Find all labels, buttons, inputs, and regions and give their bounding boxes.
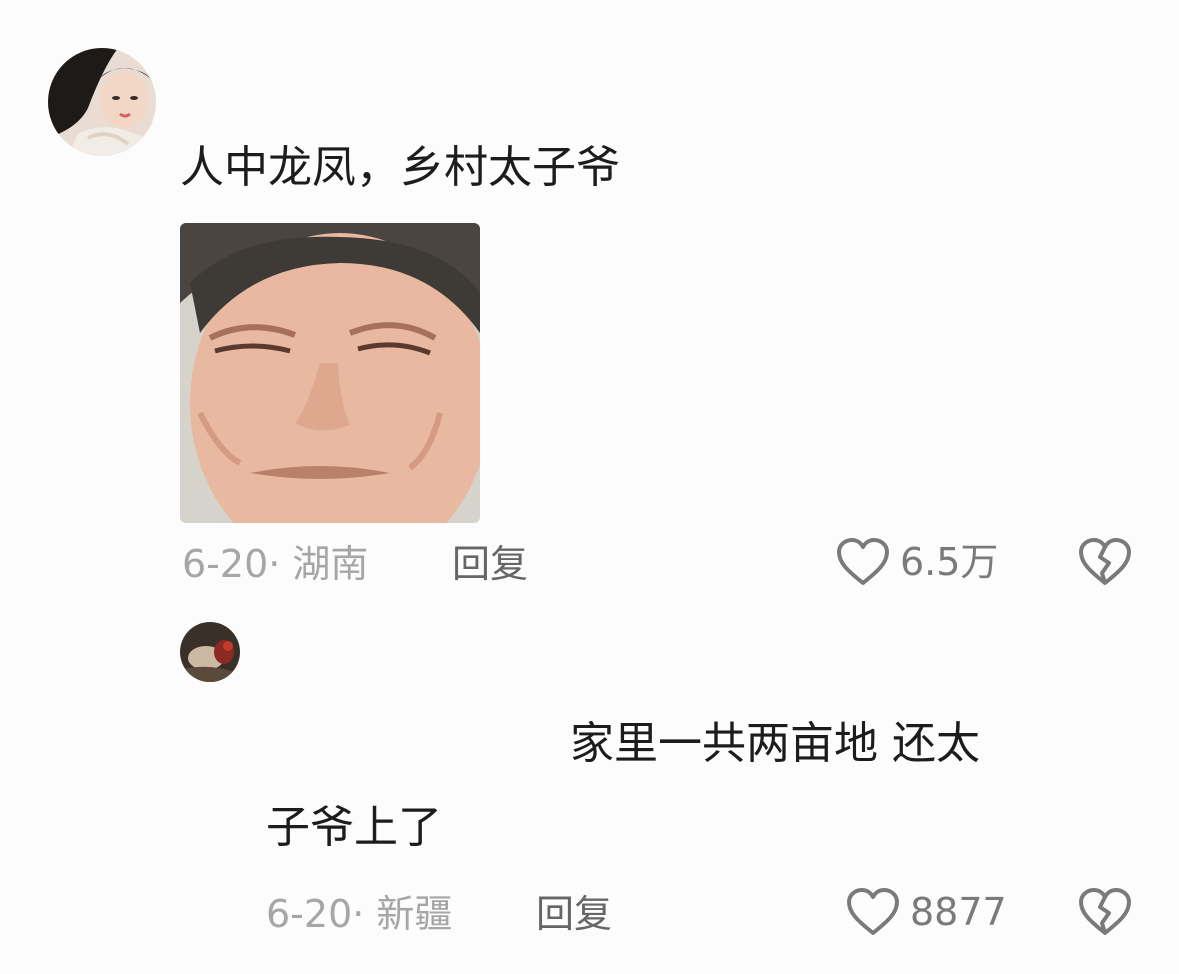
like-count: 6.5万 [900,540,999,584]
comment-text-line: 家里一共两亩地 还太 [570,718,980,769]
comment-meta: 6-20· 新疆 [266,892,453,936]
comment-sticker-image[interactable] [180,223,480,523]
comment-thread: 人中龙凤，乡村太子爷 6-20· 湖南 回复 6.5万 家里一共两亩地 还太 子… [0,0,1179,974]
dislike-button[interactable] [1078,887,1132,937]
broken-heart-icon [1078,537,1132,587]
user-avatar[interactable] [180,622,240,682]
broken-heart-icon [1078,887,1132,937]
heart-icon [836,537,890,587]
heart-icon [846,887,900,937]
comment-text: 人中龙凤，乡村太子爷 [180,142,620,193]
dislike-button[interactable] [1078,537,1132,587]
like-count: 8877 [910,890,1007,934]
like-button[interactable]: 8877 [846,887,1007,937]
comment-location: 湖南 [292,542,369,586]
reply-button[interactable]: 回复 [536,895,612,933]
comment-date: 6-20 [182,542,269,586]
comment-meta: 6-20· 湖南 [182,542,369,586]
like-button[interactable]: 6.5万 [836,537,998,587]
reply-button[interactable]: 回复 [452,545,528,583]
comment-location: 新疆 [376,892,453,936]
user-avatar[interactable] [48,48,156,156]
comment-text-line: 子爷上了 [266,802,442,853]
comment-date: 6-20 [266,892,353,936]
